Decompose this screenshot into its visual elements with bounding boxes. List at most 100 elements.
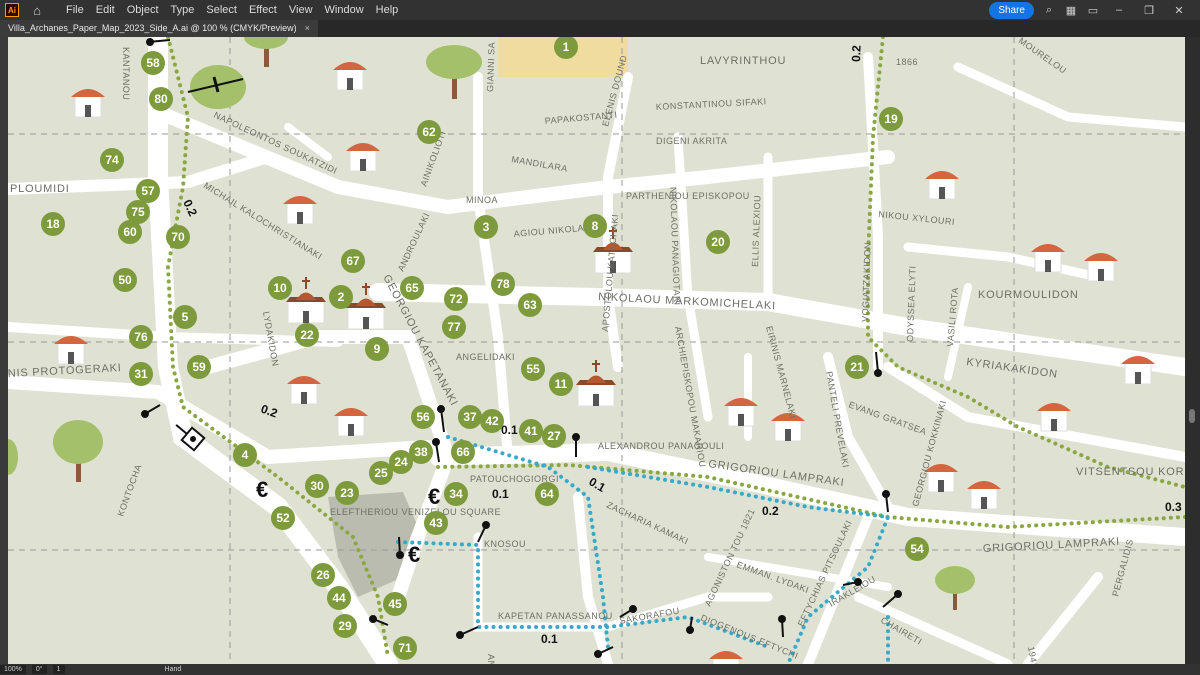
poi-marker-80: 80 (149, 87, 173, 111)
poi-marker-75: 75 (126, 200, 150, 224)
poi-marker-63: 63 (518, 293, 542, 317)
street-label: NIS PROTOGERAKI (8, 362, 122, 380)
distance-label: 0.2 (180, 197, 200, 218)
poi-marker-label: 71 (398, 641, 412, 655)
poi-marker-label: 20 (711, 235, 725, 249)
map-artwork: KANTANOU PLOUMIDI MICHAIL KALOCHRISTIANA… (8, 37, 1185, 664)
street-label: PLOUMIDI (10, 183, 70, 195)
poi-marker-2: 2 (329, 285, 353, 309)
menu-type[interactable]: Type (166, 4, 200, 16)
poi-marker-52: 52 (271, 506, 295, 530)
poi-marker-label: 38 (414, 445, 428, 459)
menu-select[interactable]: Select (201, 4, 242, 16)
poi-marker-label: 37 (463, 410, 477, 424)
house-icon (1031, 244, 1065, 273)
street-label: DIGENI AKRITA (656, 136, 727, 146)
poi-marker-38: 38 (409, 440, 433, 464)
poi-marker-20: 20 (706, 230, 730, 254)
poi-marker-8: 8 (583, 214, 607, 238)
poi-marker-11: 11 (549, 372, 573, 396)
menu-edit[interactable]: Edit (91, 4, 120, 16)
zoom-level[interactable]: 100% (0, 665, 26, 674)
poi-marker-45: 45 (383, 592, 407, 616)
poi-marker-26: 26 (311, 563, 335, 587)
street-label: ANOU (486, 654, 496, 664)
street-label: KYRIAKAKIDON (966, 356, 1059, 381)
poi-marker-34: 34 (444, 482, 468, 506)
menu-effect[interactable]: Effect (244, 4, 282, 16)
house-icon (71, 89, 105, 118)
poi-marker-25: 25 (369, 461, 393, 485)
street-label: ANGELIDAKI (456, 352, 515, 362)
poi-marker-19: 19 (879, 107, 903, 131)
poi-marker-label: 30 (310, 479, 324, 493)
poi-marker-label: 27 (547, 429, 561, 443)
house-icon (346, 143, 380, 172)
poi-marker-29: 29 (333, 614, 357, 638)
poi-marker-label: 54 (910, 542, 924, 556)
distance-label: 0.1 (501, 423, 518, 437)
poi-marker-label: 29 (338, 619, 352, 633)
document-tab-title: Villa_Archanes_Paper_Map_2023_Side_A.ai … (8, 23, 297, 33)
poi-marker-label: 18 (46, 217, 60, 231)
scrollbar-thumb[interactable] (1189, 409, 1195, 423)
poi-marker-label: 56 (416, 410, 430, 424)
street-label: ANDROULAKI (396, 211, 432, 273)
house-icon (287, 376, 321, 405)
house-icon (1121, 356, 1155, 385)
menu-help[interactable]: Help (371, 4, 404, 16)
church-icon (286, 277, 326, 324)
document-tab[interactable]: Villa_Archanes_Paper_Map_2023_Side_A.ai … (0, 20, 318, 37)
status-bar: 100% 0° 1 Hand (0, 664, 1200, 675)
minimize-button[interactable]: – (1108, 4, 1130, 16)
poi-marker-37: 37 (458, 405, 482, 429)
house-icon (1084, 253, 1118, 282)
close-tab-icon[interactable]: × (305, 23, 310, 34)
workspace-icon[interactable]: ▭ (1086, 3, 1100, 17)
menu-window[interactable]: Window (320, 4, 369, 16)
poi-marker-label: 8 (592, 219, 599, 233)
artboard-canvas[interactable]: KANTANOU PLOUMIDI MICHAIL KALOCHRISTIANA… (8, 37, 1185, 664)
poi-marker-65: 65 (400, 276, 424, 300)
poi-marker-label: 72 (449, 292, 463, 306)
poi-marker-label: 44 (332, 591, 346, 605)
distance-label: 0.3 (1165, 500, 1182, 514)
distance-label: 0.2 (762, 504, 779, 518)
distance-label: 0.1 (541, 632, 558, 646)
poi-marker-21: 21 (845, 355, 869, 379)
poi-marker-3: 3 (474, 215, 498, 239)
street-label: VOGIATZAKIDON (860, 242, 873, 322)
poi-marker-4: 4 (233, 443, 257, 467)
poi-marker-label: 11 (555, 377, 568, 391)
artboard-number[interactable]: 1 (52, 665, 65, 674)
poi-marker-label: 70 (171, 230, 185, 244)
poi-marker-label: 22 (300, 328, 314, 342)
house-icon (724, 398, 758, 427)
menu-file[interactable]: File (61, 4, 89, 16)
menu-object[interactable]: Object (122, 4, 164, 16)
poi-marker-label: 78 (496, 277, 510, 291)
poi-marker-label: 76 (134, 330, 148, 344)
poi-marker-74: 74 (100, 148, 124, 172)
house-icon (925, 171, 959, 200)
search-icon[interactable]: ⌕ (1042, 3, 1056, 17)
poi-marker-label: 45 (388, 597, 402, 611)
arrange-documents-icon[interactable]: ▦ (1064, 3, 1078, 17)
house-icon (967, 481, 1001, 510)
vertical-scrollbar[interactable] (1185, 37, 1200, 664)
house-icon (709, 651, 743, 664)
maximize-button[interactable]: ❐ (1138, 4, 1160, 17)
street-label: MOURELOU (1017, 37, 1069, 76)
house-icon (54, 336, 88, 365)
home-icon[interactable]: ⌂ (29, 2, 45, 18)
menu-view[interactable]: View (284, 4, 318, 16)
poi-marker-label: 23 (340, 486, 354, 500)
poi-marker-label: 19 (884, 112, 898, 126)
poi-marker-71: 71 (393, 636, 417, 660)
poi-marker-44: 44 (327, 586, 351, 610)
rotation-angle[interactable]: 0° (31, 665, 47, 674)
share-button[interactable]: Share (989, 1, 1034, 19)
poi-marker-66: 66 (451, 440, 475, 464)
close-window-button[interactable]: ✕ (1168, 4, 1190, 17)
poi-marker-56: 56 (411, 405, 435, 429)
